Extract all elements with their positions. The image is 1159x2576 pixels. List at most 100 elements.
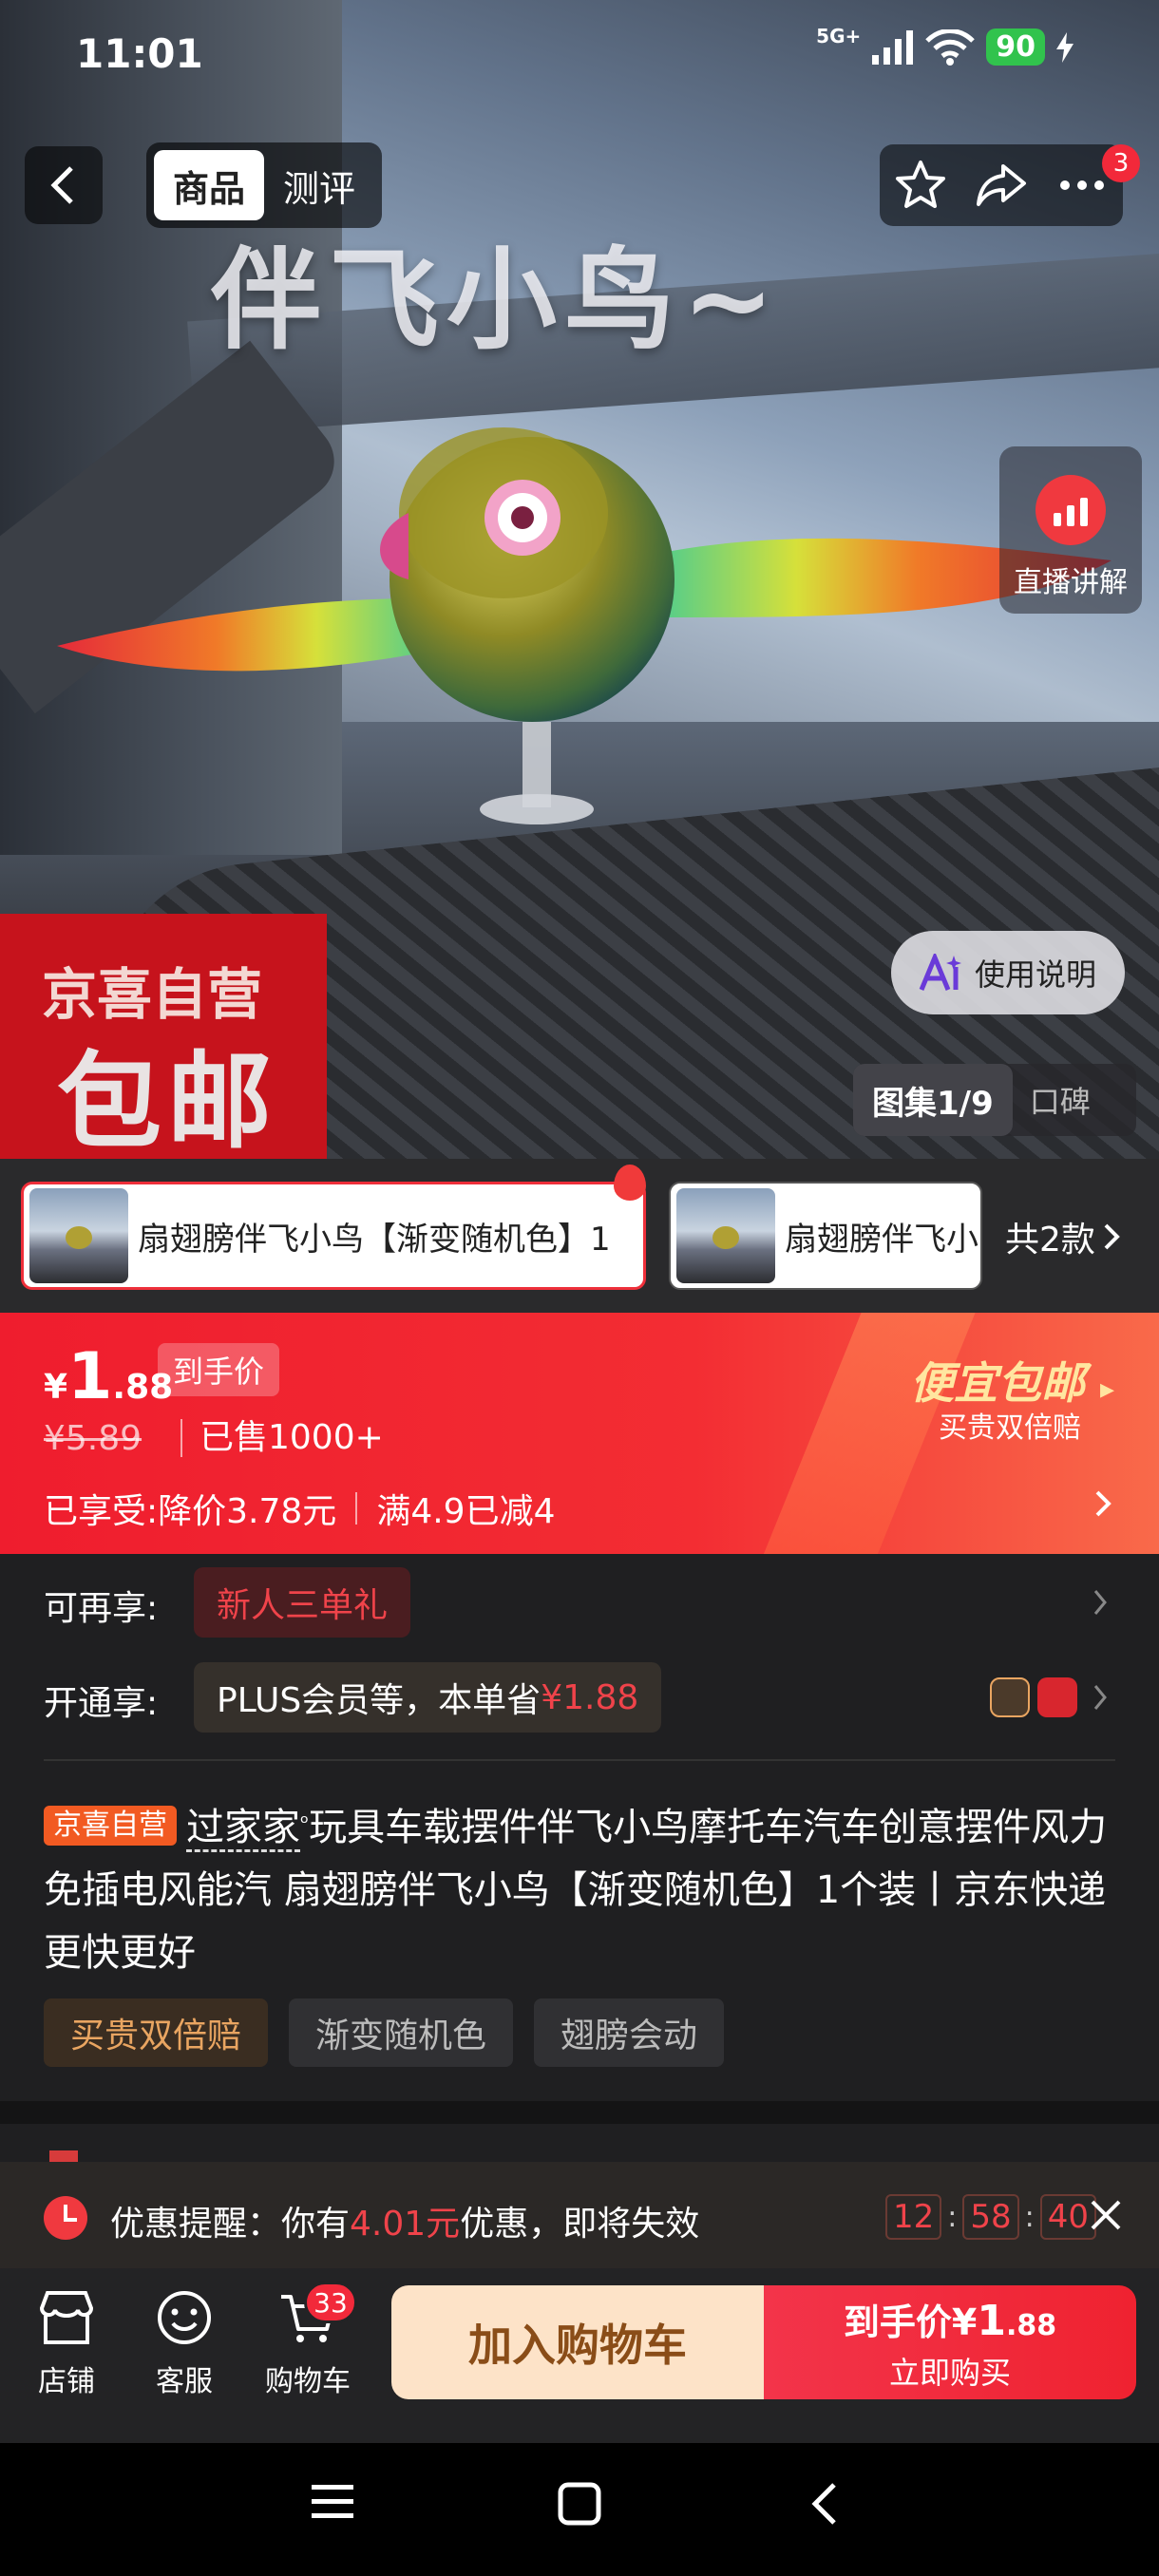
close-icon[interactable] xyxy=(1089,2198,1123,2232)
home-icon[interactable] xyxy=(557,2481,602,2527)
feature-tag[interactable]: 翅膀会动 xyxy=(534,1998,725,2067)
tab-review[interactable]: 测评 xyxy=(264,150,374,220)
feature-tag[interactable]: 买贵双倍赔 xyxy=(44,1998,269,2067)
bird-figurine xyxy=(57,427,1112,824)
store-label: 店铺 xyxy=(38,2365,95,2398)
variant-strip: 扇翅膀伴飞小鸟【渐变随机色】1 扇翅膀伴飞小 xyxy=(0,1159,1159,1313)
price-type-tag: 到手价 xyxy=(158,1343,280,1396)
chat-smile-icon xyxy=(158,2291,211,2344)
menu-icon[interactable] xyxy=(310,2481,355,2523)
chevron-right-icon: ▸ xyxy=(1100,1373,1115,1406)
live-icon xyxy=(1036,475,1106,545)
discount-1: 降价3.78元 xyxy=(158,1492,337,1531)
card-icon xyxy=(1037,1677,1077,1717)
sold-count: 已售1000+ xyxy=(180,1419,384,1457)
tab-product[interactable]: 商品 xyxy=(154,150,265,220)
battery-indicator: 90 xyxy=(986,28,1045,66)
cheap-shipping-title[interactable]: 便宜包邮 ▸ xyxy=(910,1349,1114,1411)
brand-search-icon: ₒ xyxy=(300,1805,310,1828)
variant-thumbnail xyxy=(29,1188,128,1283)
star-icon[interactable] xyxy=(894,159,947,212)
discount-2: 满4.9已减4 xyxy=(376,1492,556,1531)
signal-icon xyxy=(872,29,914,65)
status-time: 11:01 xyxy=(76,30,203,77)
buy-now-price-dec: .88 xyxy=(1005,2308,1057,2342)
usage-guide-button[interactable]: 使用说明 xyxy=(891,931,1125,1014)
top-actions xyxy=(880,144,1123,226)
buy-now-price-prefix: 到手价 xyxy=(843,2301,952,2343)
back-icon[interactable] xyxy=(808,2481,842,2527)
more-badge: 3 xyxy=(1102,144,1140,182)
coupon-reminder-text: 优惠提醒：你有4.01元优惠，即将失效 xyxy=(110,2196,699,2245)
gallery-switch: 图集1/9 口碑 xyxy=(853,1064,1136,1136)
final-price: ¥ 1 .88 xyxy=(44,1339,173,1414)
plus-chip-text: PLUS会员等，本单省 xyxy=(217,1681,542,1720)
live-label: 直播讲解 xyxy=(1014,566,1128,599)
buy-now-currency: ¥ xyxy=(951,2301,978,2343)
back-button[interactable] xyxy=(25,146,103,224)
store-button[interactable]: 店铺 xyxy=(10,2289,124,2399)
reminder-prefix: 优惠提醒：你有 xyxy=(110,2205,351,2244)
chevron-left-icon xyxy=(50,166,73,204)
more-icon[interactable] xyxy=(1055,159,1109,212)
newcomer-offer-chip[interactable]: 新人三单礼 xyxy=(194,1567,411,1638)
store-icon xyxy=(39,2291,94,2344)
customer-service-button[interactable]: 客服 xyxy=(127,2289,241,2399)
reminder-suffix: 优惠，即将失效 xyxy=(460,2205,700,2244)
chevron-right-icon xyxy=(1104,1223,1120,1250)
feature-tags: 买贵双倍赔 渐变随机色 翅膀会动 xyxy=(44,1998,725,2067)
original-price: ¥5.89 xyxy=(44,1419,142,1458)
partial-gift-row xyxy=(0,2124,1159,2162)
section-separator xyxy=(0,2101,1159,2124)
chevron-right-icon[interactable] xyxy=(1092,1683,1108,1712)
tab-bar: 商品 测评 xyxy=(146,142,383,228)
variant-thumbnail xyxy=(676,1188,775,1283)
clock-icon xyxy=(44,2196,87,2240)
variant-label: 扇翅膀伴飞小 xyxy=(785,1220,978,1259)
wifi-icon xyxy=(925,28,976,66)
extra-offer-label: 可再享: xyxy=(44,1589,159,1628)
variant-option-2[interactable]: 扇翅膀伴飞小 xyxy=(669,1182,982,1290)
buy-now-label: 立即购买 xyxy=(888,2354,1011,2391)
divider xyxy=(44,1759,1115,1761)
chevron-right-icon[interactable] xyxy=(1092,1588,1108,1617)
self-operated-tag: 京喜自营 xyxy=(44,1806,177,1846)
charging-icon xyxy=(1056,31,1074,63)
variant-count-label: 共2款 xyxy=(1005,1221,1095,1260)
live-explain-button[interactable]: 直播讲解 xyxy=(999,446,1142,614)
price-integer: 1 xyxy=(67,1339,113,1414)
chevron-right-icon[interactable] xyxy=(1094,1489,1112,1518)
gift-icon xyxy=(49,2150,78,2162)
reviews-tab[interactable]: 口碑 xyxy=(1013,1078,1108,1122)
buy-now-price-line: 到手价¥1.88 xyxy=(844,2293,1056,2345)
buy-now-button[interactable]: 到手价¥1.88 立即购买 xyxy=(764,2285,1136,2399)
network-label: 5G+ xyxy=(816,24,862,47)
countdown-timer: 12 : 58 : 40 xyxy=(885,2194,1097,2240)
price-guarantee-text: 买贵双倍赔 xyxy=(939,1411,1081,1445)
discount-divider xyxy=(355,1492,358,1525)
membership-icons xyxy=(990,1677,1077,1717)
cheap-shipping-label: 便宜包邮 xyxy=(910,1357,1085,1409)
plus-chip-amount: ¥1.88 xyxy=(541,1677,639,1717)
hot-icon xyxy=(614,1165,646,1201)
customer-service-label: 客服 xyxy=(156,2365,213,2398)
membership-label: 开通享: xyxy=(44,1684,159,1723)
feature-tag[interactable]: 渐变随机色 xyxy=(289,1998,514,2067)
share-icon[interactable] xyxy=(975,159,1028,212)
add-to-cart-button[interactable]: 加入购物车 xyxy=(391,2285,764,2399)
ai-icon xyxy=(919,954,961,991)
countdown-hours: 12 xyxy=(885,2194,942,2240)
brand-link[interactable]: 过家家 xyxy=(186,1806,300,1852)
reminder-amount: 4.01元 xyxy=(350,2205,461,2244)
plus-membership-chip[interactable]: PLUS会员等，本单省 ¥1.88 xyxy=(194,1662,662,1733)
buy-now-price-int: 1 xyxy=(977,2296,1006,2345)
cart-label: 购物车 xyxy=(265,2365,351,2398)
discount-prefix: 已享受: xyxy=(44,1492,159,1531)
promo-big-text: 包邮 xyxy=(57,1041,277,1163)
price-currency: ¥ xyxy=(44,1368,68,1407)
countdown-minutes: 58 xyxy=(962,2194,1019,2240)
variant-option-1[interactable]: 扇翅膀伴飞小鸟【渐变随机色】1 xyxy=(21,1182,646,1290)
gallery-tab[interactable]: 图集1/9 xyxy=(853,1064,1013,1136)
discount-summary[interactable]: 已享受: 降价3.78元 满4.9已减4 xyxy=(44,1484,555,1533)
variant-count-button[interactable]: 共2款 xyxy=(1005,1212,1120,1261)
